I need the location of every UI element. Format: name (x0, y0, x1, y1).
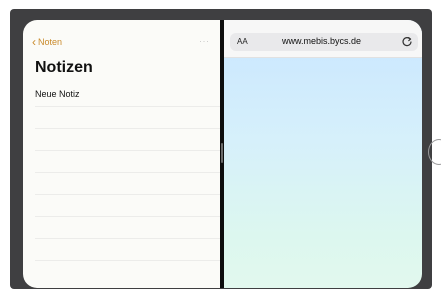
notes-list: Neue Notiz (35, 86, 220, 261)
reload-icon[interactable] (401, 36, 413, 48)
back-button-label: Noten (38, 37, 63, 47)
page-title: Notizen (35, 59, 93, 76)
notes-pane: ‹ Noten ··· Notizen Neue Notiz (23, 20, 220, 288)
note-item[interactable]: Neue Notiz (35, 86, 220, 107)
url-text[interactable]: www.mebis.bycs.de (282, 36, 361, 46)
reader-aa-button[interactable]: AA (237, 37, 248, 46)
note-item[interactable] (35, 107, 220, 129)
note-item[interactable] (35, 217, 220, 239)
note-item[interactable] (35, 173, 220, 195)
note-item[interactable] (35, 151, 220, 173)
address-bar[interactable]: AA www.mebis.bycs.de (230, 33, 418, 51)
note-item[interactable] (35, 195, 220, 217)
split-view-handle[interactable] (221, 143, 223, 163)
back-button[interactable]: ‹ Noten (32, 34, 63, 49)
chevron-left-icon: ‹ (32, 34, 36, 49)
safari-toolbar: AA www.mebis.bycs.de (224, 20, 422, 58)
note-item[interactable] (35, 129, 220, 151)
more-options-button[interactable]: ··· (199, 36, 210, 46)
note-item[interactable] (35, 239, 220, 261)
safari-pane: AA www.mebis.bycs.de (224, 20, 422, 288)
device-screen: ‹ Noten ··· Notizen Neue Notiz AA www.me… (23, 20, 422, 288)
